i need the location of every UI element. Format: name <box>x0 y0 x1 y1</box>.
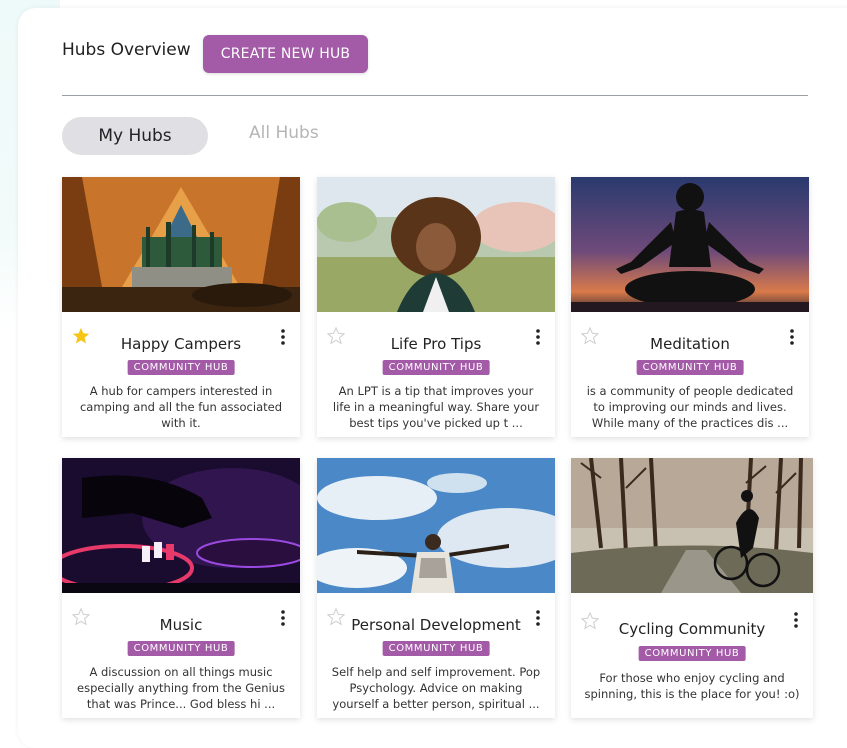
hub-image <box>62 177 300 312</box>
hub-card-cycling-community[interactable]: Cycling Community COMMUNITY HUB For thos… <box>571 458 813 718</box>
community-hub-badge: COMMUNITY HUB <box>636 360 744 375</box>
hub-image <box>317 177 555 312</box>
hub-image <box>317 458 555 593</box>
create-new-hub-button[interactable]: CREATE NEW HUB <box>203 35 368 73</box>
hub-image <box>62 458 300 593</box>
community-hub-badge: COMMUNITY HUB <box>127 360 235 375</box>
hub-name: Cycling Community <box>618 620 766 638</box>
hub-name: Meditation <box>650 335 730 353</box>
hub-description: An LPT is a tip that improves your life … <box>332 384 540 430</box>
hub-description: A hub for campers interested in camping … <box>79 384 283 430</box>
hub-card-music[interactable]: Music COMMUNITY HUB A discussion on all … <box>62 458 300 718</box>
tab-all-hubs[interactable]: All Hubs <box>249 123 319 143</box>
tab-my-hubs[interactable]: My Hubs <box>62 117 208 155</box>
hub-description: Self help and self improvement. Pop Psyc… <box>331 665 541 711</box>
community-hub-badge: COMMUNITY HUB <box>382 641 490 656</box>
hub-description: A discussion on all things music especia… <box>77 665 285 711</box>
hub-card-meditation[interactable]: Meditation COMMUNITY HUB is a community … <box>571 177 809 437</box>
community-hub-badge: COMMUNITY HUB <box>127 641 235 656</box>
hub-name: Life Pro Tips <box>390 335 482 353</box>
hub-image <box>571 177 809 312</box>
hub-card-personal-development[interactable]: Personal Development COMMUNITY HUB Self … <box>317 458 555 718</box>
hub-description: For those who enjoy cycling and spinning… <box>584 671 800 701</box>
hub-card-life-pro-tips[interactable]: Life Pro Tips COMMUNITY HUB An LPT is a … <box>317 177 555 437</box>
hub-image <box>571 458 813 593</box>
page-title: Hubs Overview <box>62 40 191 60</box>
community-hub-badge: COMMUNITY HUB <box>382 360 490 375</box>
hub-card-happy-campers[interactable]: Happy Campers COMMUNITY HUB A hub for ca… <box>62 177 300 437</box>
hub-name: Personal Development <box>351 616 521 634</box>
hub-name: Music <box>159 616 203 634</box>
hub-name: Happy Campers <box>120 335 242 353</box>
header-divider <box>62 95 808 96</box>
community-hub-badge: COMMUNITY HUB <box>638 646 746 661</box>
hub-description: is a community of people dedicated to im… <box>586 384 794 430</box>
